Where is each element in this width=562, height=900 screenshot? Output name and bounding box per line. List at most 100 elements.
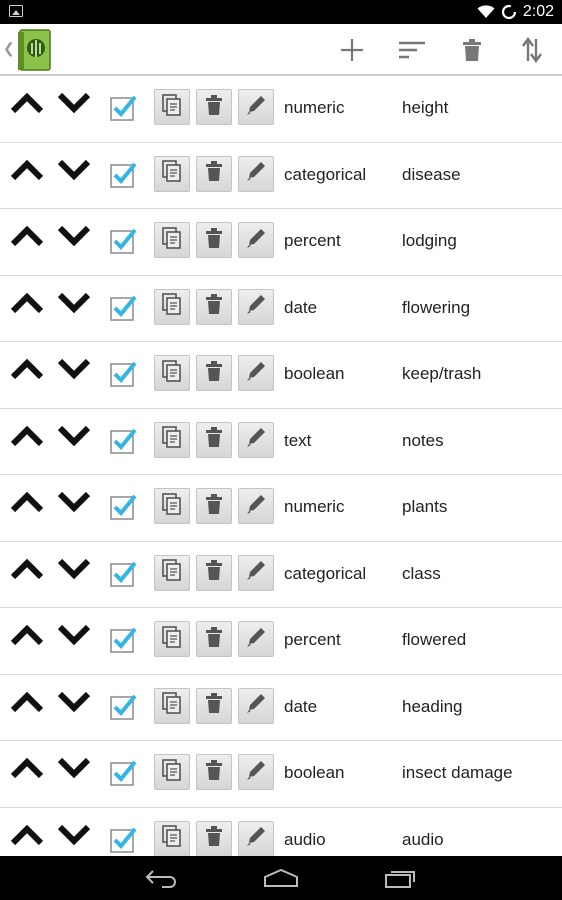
visible-checkbox[interactable]: [110, 228, 137, 254]
visible-checkbox[interactable]: [110, 694, 137, 720]
edit-button[interactable]: [238, 554, 274, 591]
trait-row[interactable]: date flowering: [0, 276, 562, 342]
home-button[interactable]: [251, 862, 311, 894]
move-down-icon[interactable]: [57, 491, 91, 518]
move-up-icon[interactable]: [10, 691, 44, 718]
back-button[interactable]: [131, 862, 191, 894]
move-down-icon[interactable]: [57, 225, 91, 252]
move-up-icon[interactable]: [10, 225, 44, 252]
move-up-icon[interactable]: [10, 491, 44, 518]
move-down-icon[interactable]: [57, 558, 91, 585]
trait-row[interactable]: numeric plants: [0, 475, 562, 542]
move-up-icon[interactable]: [10, 757, 44, 784]
delete-button[interactable]: [196, 155, 232, 192]
edit-button[interactable]: [238, 621, 274, 657]
trait-name: lodging: [402, 231, 457, 250]
back-icon: [145, 870, 176, 888]
delete-button[interactable]: [196, 621, 232, 657]
copy-icon: [162, 426, 182, 453]
copy-button[interactable]: [154, 355, 190, 391]
copy-button[interactable]: [154, 488, 190, 524]
copy-button[interactable]: [154, 421, 190, 458]
visible-checkbox[interactable]: [110, 295, 137, 321]
move-down-icon[interactable]: [57, 159, 91, 186]
move-up-icon[interactable]: [10, 92, 44, 119]
trash-icon: [206, 560, 222, 585]
delete-button[interactable]: [196, 355, 232, 391]
pencil-icon: [245, 759, 267, 786]
edit-button[interactable]: [238, 421, 274, 458]
sort-button[interactable]: [384, 24, 440, 76]
delete-button[interactable]: [196, 488, 232, 524]
copy-button[interactable]: [154, 820, 190, 857]
move-up-icon[interactable]: [10, 358, 44, 385]
edit-button[interactable]: [238, 754, 274, 790]
visible-checkbox[interactable]: [110, 361, 137, 387]
visible-checkbox[interactable]: [110, 494, 137, 520]
move-down-icon[interactable]: [57, 691, 91, 718]
move-up-icon[interactable]: [10, 558, 44, 585]
copy-button[interactable]: [154, 687, 190, 724]
edit-button[interactable]: [238, 89, 274, 125]
copy-button[interactable]: [154, 754, 190, 790]
copy-button[interactable]: [154, 222, 190, 258]
delete-button[interactable]: [196, 89, 232, 125]
delete-all-button[interactable]: [444, 24, 500, 76]
move-up-icon[interactable]: [10, 292, 44, 319]
delete-button[interactable]: [196, 687, 232, 724]
visible-checkbox[interactable]: [110, 760, 137, 786]
delete-button[interactable]: [196, 421, 232, 458]
reorder-button[interactable]: [504, 24, 560, 76]
copy-button[interactable]: [154, 155, 190, 192]
visible-checkbox[interactable]: [110, 428, 137, 454]
trait-format: date: [284, 696, 318, 716]
trait-row[interactable]: numeric height: [0, 76, 562, 143]
add-button[interactable]: [324, 24, 380, 76]
app-logo-icon[interactable]: [16, 28, 52, 72]
edit-button[interactable]: [238, 355, 274, 391]
move-up-icon[interactable]: [10, 159, 44, 186]
delete-button[interactable]: [196, 820, 232, 857]
delete-button[interactable]: [196, 754, 232, 790]
edit-button[interactable]: [238, 222, 274, 258]
trait-format: date: [284, 297, 318, 317]
move-down-icon[interactable]: [57, 292, 91, 319]
delete-button[interactable]: [196, 288, 232, 325]
trait-row[interactable]: percent lodging: [0, 209, 562, 276]
edit-button[interactable]: [238, 155, 274, 192]
visible-checkbox[interactable]: [110, 827, 137, 853]
move-down-icon[interactable]: [57, 757, 91, 784]
move-up-icon[interactable]: [10, 624, 44, 651]
trait-row[interactable]: boolean insect damage: [0, 741, 562, 808]
delete-button[interactable]: [196, 554, 232, 591]
trait-row[interactable]: date heading: [0, 675, 562, 741]
edit-button[interactable]: [238, 820, 274, 857]
recents-button[interactable]: [371, 862, 431, 894]
move-up-icon[interactable]: [10, 824, 44, 851]
trait-row[interactable]: categorical class: [0, 542, 562, 608]
move-down-icon[interactable]: [57, 624, 91, 651]
edit-button[interactable]: [238, 288, 274, 325]
copy-button[interactable]: [154, 554, 190, 591]
trait-row[interactable]: categorical disease: [0, 143, 562, 209]
copy-button[interactable]: [154, 288, 190, 325]
edit-button[interactable]: [238, 488, 274, 524]
move-down-icon[interactable]: [57, 824, 91, 851]
visible-checkbox[interactable]: [110, 561, 137, 587]
visible-checkbox[interactable]: [110, 162, 137, 188]
visible-checkbox[interactable]: [110, 627, 137, 653]
visible-checkbox[interactable]: [110, 95, 137, 121]
copy-button[interactable]: [154, 621, 190, 657]
up-caret-icon[interactable]: ❮: [3, 40, 15, 57]
delete-button[interactable]: [196, 222, 232, 258]
move-up-icon[interactable]: [10, 425, 44, 452]
trait-row[interactable]: percent flowered: [0, 608, 562, 675]
move-down-icon[interactable]: [57, 92, 91, 119]
trash-icon: [206, 826, 222, 851]
move-down-icon[interactable]: [57, 358, 91, 385]
trait-row[interactable]: boolean keep/trash: [0, 342, 562, 409]
move-down-icon[interactable]: [57, 425, 91, 452]
edit-button[interactable]: [238, 687, 274, 724]
copy-button[interactable]: [154, 89, 190, 125]
trait-row[interactable]: text notes: [0, 409, 562, 475]
